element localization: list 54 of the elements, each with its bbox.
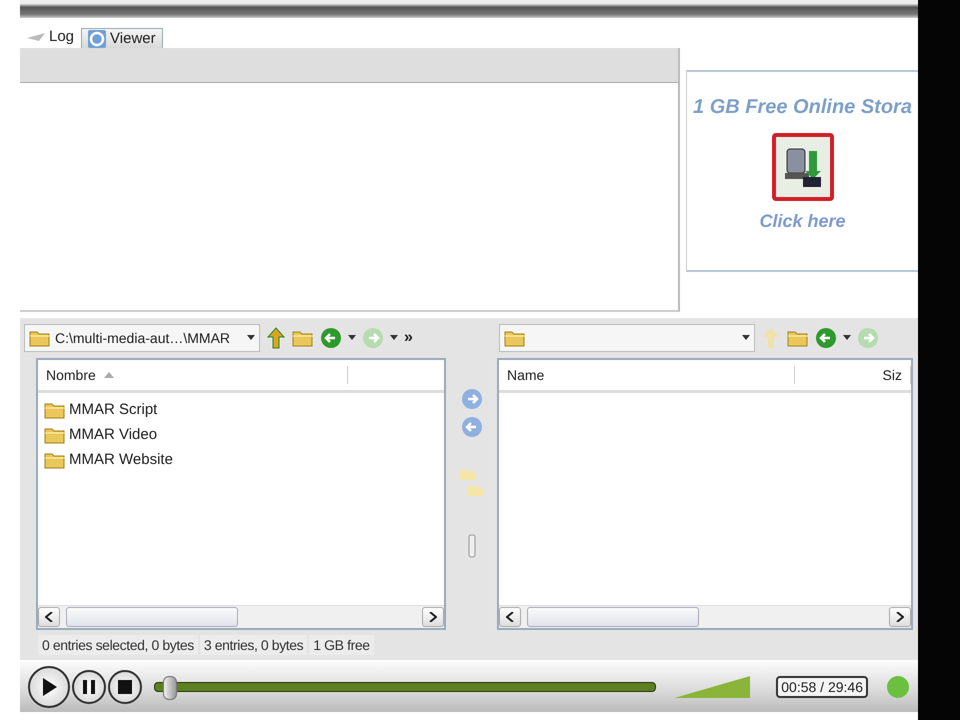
- caret-icon[interactable]: [390, 335, 398, 341]
- path-combo[interactable]: C:\multi-media-aut…\MMAR: [24, 324, 260, 352]
- time-display: 00:58 / 29:46: [776, 676, 868, 698]
- pause-icon: [83, 680, 95, 694]
- seek-thumb[interactable]: [163, 676, 178, 700]
- splitter-grip-icon[interactable]: [468, 534, 476, 558]
- folder-icon: [44, 400, 66, 418]
- folder-icon: [29, 329, 51, 347]
- chevron-right-icon: [429, 612, 437, 622]
- status-text: 1 GB free: [309, 635, 374, 655]
- chevron-left-icon: [506, 612, 514, 622]
- back-icon[interactable]: [320, 327, 342, 349]
- column-header[interactable]: Name: [499, 366, 795, 384]
- scroll-right-button[interactable]: [422, 607, 444, 627]
- play-icon: [41, 678, 57, 696]
- scroll-left-button[interactable]: [38, 607, 60, 627]
- new-folder-icon: [787, 329, 809, 347]
- scroll-thumb[interactable]: [527, 607, 699, 627]
- caret-icon[interactable]: [247, 335, 255, 341]
- chevron-right-icon: [896, 612, 904, 622]
- play-button[interactable]: [28, 666, 70, 708]
- download-icon[interactable]: [460, 416, 482, 438]
- globe-icon: [88, 30, 106, 48]
- upload-icon[interactable]: [460, 388, 482, 410]
- folder-icon: [44, 426, 66, 444]
- caret-icon[interactable]: [843, 335, 851, 341]
- column-header[interactable]: Siz: [795, 366, 911, 384]
- status-text: 0 entries selected, 0 bytes: [38, 635, 198, 655]
- pause-button[interactable]: [72, 670, 106, 704]
- ad-headline: 1 GB Free Online Stora: [693, 96, 912, 119]
- scroll-right-button[interactable]: [889, 607, 911, 627]
- folder-row[interactable]: MMAR Video: [38, 422, 444, 447]
- folder-row[interactable]: MMAR Script: [38, 397, 444, 422]
- stop-icon: [118, 680, 132, 694]
- caret-icon[interactable]: [742, 335, 750, 341]
- more-button[interactable]: »: [404, 329, 413, 347]
- column-header[interactable]: Nombre: [38, 366, 348, 384]
- scroll-left-button[interactable]: [499, 607, 521, 627]
- new-folder-icon: [292, 329, 314, 347]
- back-icon[interactable]: [815, 327, 837, 349]
- storage-button[interactable]: [772, 133, 834, 201]
- sort-arrow-icon: [104, 372, 114, 378]
- folder-icon: [504, 329, 526, 347]
- folder-icon: [44, 450, 66, 468]
- up-arrow-icon[interactable]: [266, 327, 286, 349]
- plane-icon: [27, 32, 45, 42]
- folder-row[interactable]: MMAR Website: [38, 447, 444, 472]
- stop-button[interactable]: [108, 670, 142, 704]
- chevron-left-icon: [45, 612, 53, 622]
- caret-icon[interactable]: [348, 335, 356, 341]
- tab[interactable]: Viewer: [81, 28, 163, 48]
- scroll-thumb[interactable]: [66, 607, 238, 627]
- status-text: 3 entries, 0 bytes: [200, 635, 308, 655]
- seek-bar[interactable]: [154, 675, 656, 699]
